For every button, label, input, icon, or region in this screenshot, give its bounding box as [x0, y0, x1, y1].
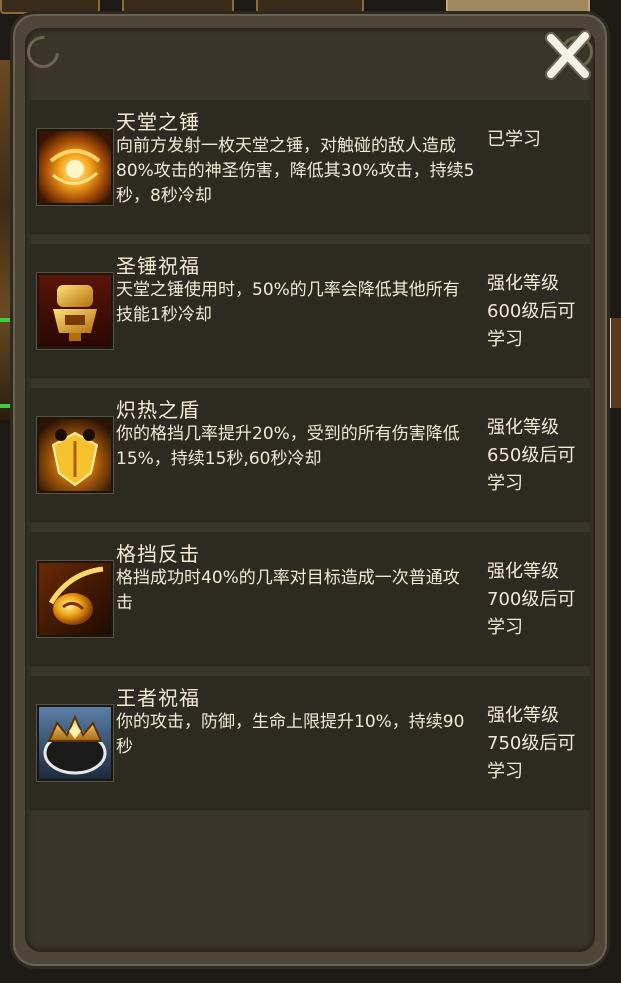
- king-blessing-icon: [37, 705, 113, 781]
- background-tab: [256, 0, 364, 14]
- skill-status: 强化等级750级后可学习: [487, 705, 576, 782]
- skill-name: 格挡反击: [116, 542, 200, 566]
- skill-description: 你的攻击，防御，生命上限提升10%，持续90秒: [116, 712, 465, 757]
- skill-description: 向前方发射一枚天堂之锤，对触碰的敌人造成80%攻击的神圣伤害，降低其30%攻击，…: [116, 136, 475, 206]
- background-tab: [446, 0, 590, 14]
- skill-status: 强化等级600级后可学习: [487, 273, 576, 350]
- background-panel-edge: [0, 60, 12, 420]
- skill-name: 炽热之盾: [116, 398, 200, 422]
- skill-name: 王者祝福: [116, 686, 200, 710]
- skill-row[interactable]: 炽热之盾 你的格挡几率提升20%，受到的所有伤害降低15%，持续15秒,60秒冷…: [29, 388, 591, 522]
- skill-description: 格挡成功时40%的几率对目标造成一次普通攻击: [116, 568, 460, 613]
- block-counter-icon: [37, 561, 113, 637]
- heaven-hammer-icon: [37, 129, 113, 205]
- skill-description: 你的格挡几率提升20%，受到的所有伤害降低15%，持续15秒,60秒冷却: [116, 424, 460, 469]
- skill-row[interactable]: 天堂之锤 向前方发射一枚天堂之锤，对触碰的敌人造成80%攻击的神圣伤害，降低其3…: [29, 100, 591, 234]
- skill-status: 已学习: [487, 129, 541, 150]
- skill-status: 强化等级650级后可学习: [487, 417, 576, 494]
- close-x-icon: [545, 30, 591, 80]
- skill-list: 天堂之锤 向前方发射一枚天堂之锤，对触碰的敌人造成80%攻击的神圣伤害，降低其3…: [29, 100, 591, 820]
- blazing-shield-icon: [37, 417, 113, 493]
- skill-row[interactable]: 王者祝福 你的攻击，防御，生命上限提升10%，持续90秒 强化等级750级后可学…: [29, 676, 591, 810]
- background-hp-bar: [0, 318, 10, 322]
- skill-name: 圣锤祝福: [116, 254, 200, 278]
- background-panel-edge: [609, 318, 621, 408]
- background-tab: [0, 0, 100, 14]
- close-button[interactable]: [541, 28, 595, 82]
- holy-hammer-blessing-icon: [37, 273, 113, 349]
- skill-status: 强化等级700级后可学习: [487, 561, 576, 638]
- skill-name: 天堂之锤: [116, 110, 200, 134]
- skill-description: 天堂之锤使用时，50%的几率会降低其他所有技能1秒冷却: [116, 280, 460, 325]
- background-tab: [122, 0, 234, 14]
- skill-row[interactable]: 格挡反击 格挡成功时40%的几率对目标造成一次普通攻击 强化等级700级后可学习: [29, 532, 591, 666]
- background-hp-bar: [0, 404, 10, 408]
- game-screen: 天堂之锤 向前方发射一枚天堂之锤，对触碰的敌人造成80%攻击的神圣伤害，降低其3…: [0, 0, 621, 983]
- skill-row[interactable]: 圣锤祝福 天堂之锤使用时，50%的几率会降低其他所有技能1秒冷却 强化等级600…: [29, 244, 591, 378]
